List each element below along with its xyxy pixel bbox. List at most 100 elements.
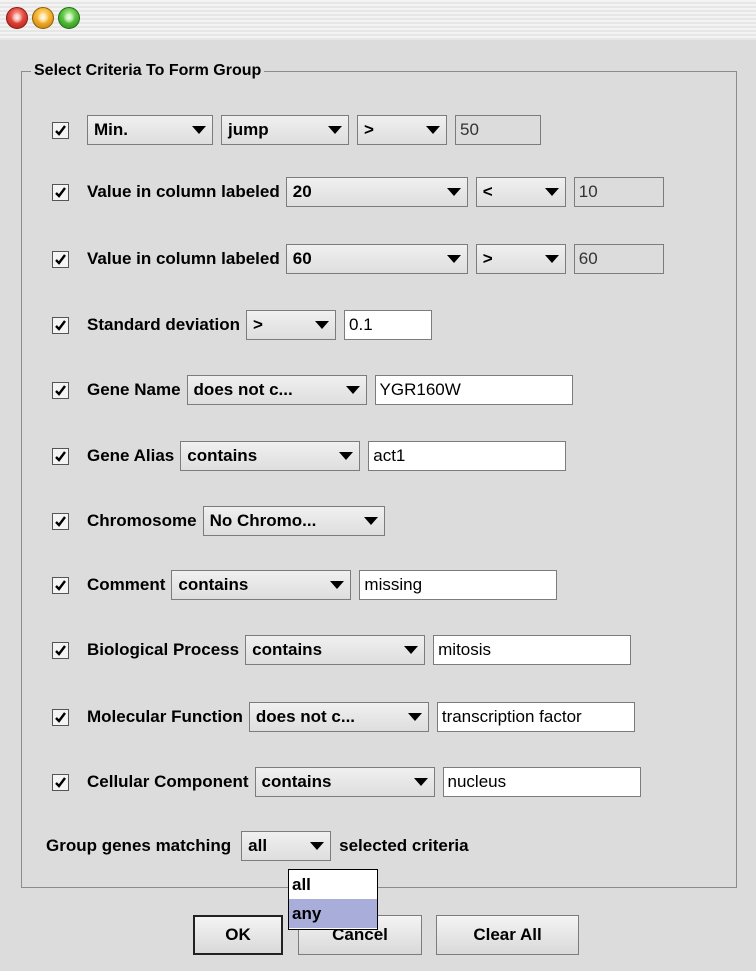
- operator-combo[interactable]: >: [357, 115, 447, 145]
- combo-value: does not c...: [193, 380, 293, 399]
- criterion-label: Comment: [87, 575, 166, 594]
- criterion-row-molecular-function: Molecular Function does not c... transcr…: [52, 701, 635, 733]
- dropdown-option-all[interactable]: all: [289, 870, 377, 899]
- operator-combo[interactable]: >: [246, 310, 337, 340]
- column-combo[interactable]: 20: [285, 177, 468, 207]
- zoom-window-icon[interactable]: [58, 7, 80, 29]
- chevron-down-icon: [339, 452, 354, 460]
- criterion-label: Value in column labeled: [87, 249, 280, 268]
- combo-value: jump: [228, 120, 269, 139]
- criterion-checkbox[interactable]: [52, 708, 69, 726]
- value-field[interactable]: 60: [573, 244, 664, 274]
- chevron-down-icon: [192, 126, 206, 134]
- chevron-down-icon: [363, 517, 378, 525]
- criterion-label: Gene Name: [87, 380, 181, 399]
- criterion-checkbox[interactable]: [52, 512, 69, 530]
- criterion-label: Biological Process: [87, 640, 240, 659]
- criterion-checkbox[interactable]: [52, 641, 69, 659]
- ok-button[interactable]: OK: [193, 915, 283, 955]
- chevron-down-icon: [413, 778, 428, 786]
- chevron-down-icon: [404, 646, 419, 654]
- criterion-checkbox[interactable]: [52, 183, 69, 201]
- criterion-checkbox[interactable]: [52, 121, 69, 139]
- chromosome-combo[interactable]: No Chromo...: [202, 506, 385, 536]
- match-type-combo[interactable]: contains: [171, 570, 352, 600]
- window-titlebar: [0, 0, 756, 40]
- criterion-label: Chromosome: [87, 511, 197, 530]
- criterion-row-biological-process: Biological Process contains mitosis: [52, 634, 632, 666]
- combo-value: 20: [292, 182, 312, 201]
- chevron-down-icon: [315, 321, 330, 329]
- value-field[interactable]: mitosis: [433, 635, 632, 665]
- group-title: Select Criteria To Form Group: [31, 62, 265, 80]
- criterion-row-column-20: Value in column labeled 20 < 10: [52, 176, 664, 208]
- matching-mode-dropdown: all any: [288, 869, 378, 930]
- criterion-row-column-60: Value in column labeled 60 > 60: [52, 243, 664, 275]
- criterion-row-min-jump: Min. jump > 50: [52, 114, 541, 146]
- chevron-down-icon: [407, 713, 422, 721]
- value-field[interactable]: 0.1: [344, 310, 433, 340]
- criterion-row-cellular-component: Cellular Component contains nucleus: [52, 766, 641, 798]
- match-type-combo[interactable]: does not c...: [248, 702, 429, 732]
- chevron-down-icon: [345, 386, 360, 394]
- criterion-row-comment: Comment contains missing: [52, 569, 558, 601]
- match-type-combo[interactable]: contains: [254, 767, 435, 797]
- matching-mode-combo[interactable]: all: [241, 831, 332, 861]
- value-field[interactable]: 50: [455, 115, 541, 145]
- combo-value: contains: [261, 772, 332, 791]
- operator-combo[interactable]: >: [475, 244, 566, 274]
- criterion-checkbox[interactable]: [52, 576, 69, 594]
- criterion-label: Cellular Component: [87, 772, 249, 791]
- criterion-row-gene-name: Gene Name does not c... YGR160W: [52, 374, 573, 406]
- criterion-label: Gene Alias: [87, 446, 175, 465]
- criterion-row-std-dev: Standard deviation > 0.1: [52, 309, 433, 341]
- chevron-down-icon: [310, 842, 325, 850]
- value-field[interactable]: YGR160W: [374, 375, 573, 405]
- combo-value: Min.: [94, 120, 128, 139]
- value-field[interactable]: act1: [368, 441, 567, 471]
- match-type-combo[interactable]: does not c...: [186, 375, 367, 405]
- combo-value: >: [482, 249, 493, 268]
- criterion-checkbox[interactable]: [52, 381, 69, 399]
- combo-value: <: [482, 182, 493, 201]
- chevron-down-icon: [446, 255, 461, 263]
- column-combo[interactable]: 60: [285, 244, 468, 274]
- chevron-down-icon: [330, 581, 345, 589]
- combo-value: No Chromo...: [209, 511, 317, 530]
- combo-value: contains: [178, 575, 249, 594]
- operator-combo[interactable]: <: [475, 177, 566, 207]
- match-type-combo[interactable]: contains: [180, 441, 361, 471]
- criterion-checkbox[interactable]: [52, 250, 69, 268]
- criterion-checkbox[interactable]: [52, 773, 69, 791]
- criterion-label: Standard deviation: [87, 315, 241, 334]
- chevron-down-icon: [426, 126, 440, 134]
- chevron-down-icon: [544, 255, 559, 263]
- combo-value: all: [248, 836, 268, 855]
- chevron-down-icon: [544, 188, 559, 196]
- clear-all-button[interactable]: Clear All: [436, 915, 579, 955]
- criterion-checkbox[interactable]: [52, 316, 69, 334]
- criterion-label: Molecular Function: [87, 707, 243, 726]
- combo-value: 60: [292, 249, 312, 268]
- dropdown-option-any[interactable]: any: [289, 899, 377, 928]
- matching-prefix-label: Group genes matching: [46, 836, 232, 855]
- value-field[interactable]: missing: [359, 570, 558, 600]
- value-field[interactable]: nucleus: [442, 767, 641, 797]
- combo-value: >: [253, 315, 263, 334]
- criterion-label: Value in column labeled: [87, 182, 280, 201]
- measure-combo[interactable]: jump: [221, 115, 349, 145]
- criterion-checkbox[interactable]: [52, 447, 69, 465]
- combo-value: does not c...: [255, 707, 356, 726]
- chevron-down-icon: [328, 126, 342, 134]
- value-field[interactable]: 10: [573, 177, 664, 207]
- criterion-row-gene-alias: Gene Alias contains act1: [52, 440, 567, 472]
- combo-value: contains: [252, 640, 323, 659]
- minimize-window-icon[interactable]: [32, 7, 54, 29]
- group-matching-row: Group genes matching all selected criter…: [46, 830, 475, 862]
- match-type-combo[interactable]: contains: [245, 635, 426, 665]
- value-field[interactable]: transcription factor: [436, 702, 635, 732]
- close-window-icon[interactable]: [6, 7, 28, 29]
- combo-value: >: [364, 120, 374, 139]
- stat-type-combo[interactable]: Min.: [87, 115, 213, 145]
- criterion-row-chromosome: Chromosome No Chromo...: [52, 505, 393, 537]
